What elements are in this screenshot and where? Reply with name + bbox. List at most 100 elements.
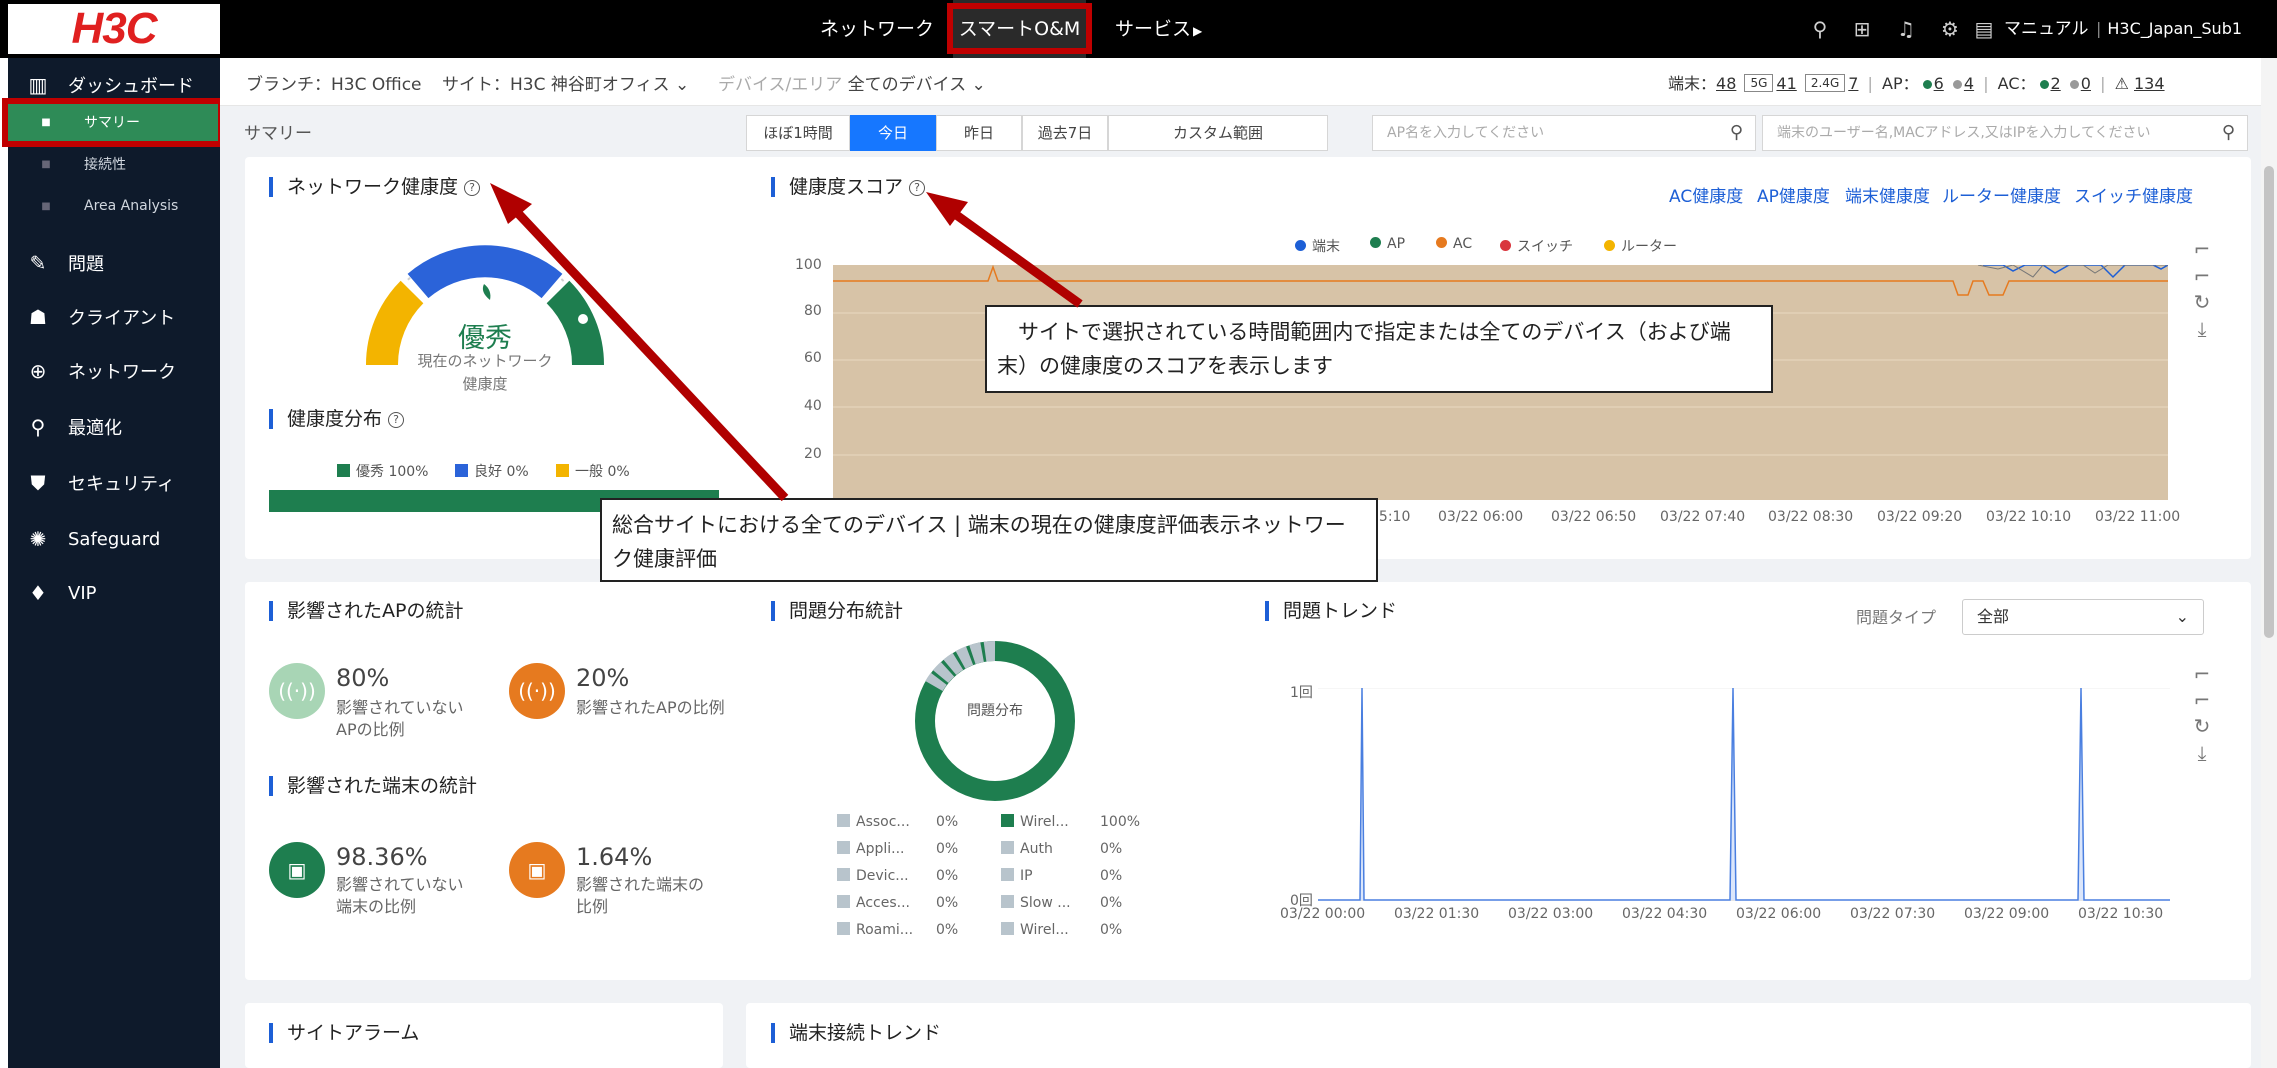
network-health-title: ネットワーク健康度? [269,177,481,197]
dist-item: IP 0% [1001,868,1122,884]
dist-item: Roami... 0% [837,922,958,938]
zoom-reset-icon[interactable]: ⌐ [2190,688,2214,712]
refresh-icon[interactable]: ↻ [2190,714,2214,738]
dist-item-pct: 0% [1100,922,1123,938]
ap-search-placeholder: AP名を入力してください [1387,125,1545,141]
gear-icon[interactable]: ⚙ [1938,17,1962,41]
client-icon: ☗ [29,305,47,329]
x-tick: 03/22 06:50 [1551,509,1637,525]
add-window-icon[interactable]: ⊞ [1850,17,1874,41]
time-custom-range-button[interactable]: カスタム範囲 [1108,115,1328,151]
highlight-box-nav [947,3,1092,54]
dist-item-name: Assoc... [856,814,910,830]
ap-offline-count[interactable]: 4 [1964,74,1974,93]
help-icon[interactable]: ? [388,412,405,428]
legend-label: 一般 0% [575,464,630,480]
time-last-hour-button[interactable]: ほぼ1時間 [746,115,850,151]
offline-dot [2069,80,2079,89]
sidebar-item-vip[interactable]: ♦ VIP [8,566,220,620]
legend-dot [1370,237,1381,248]
ap-wifi-icon: ((·)) [269,663,325,719]
ac-offline-count[interactable]: 0 [2081,74,2091,93]
branch-selector[interactable]: ブランチ：H3C Office [246,70,422,95]
sidebar-sub-label: 接続性 [84,157,126,173]
legend-swatch [337,464,350,477]
ap-online-count[interactable]: 6 [1934,74,1944,93]
site-selector[interactable]: サイト：H3C 神谷町オフィス ⌄ [442,70,689,95]
dist-item-pct: 0% [1100,868,1123,884]
search-icon[interactable]: ⚲ [2222,116,2235,150]
time-today-button[interactable]: 今日 [850,115,936,151]
terminals-5g-count[interactable]: 41 [1776,74,1796,93]
legend-ap: AP [1370,236,1405,252]
sidebar-item-label: VIP [68,582,97,604]
summary-title: サマリー [244,124,312,144]
sidebar-item-safeguard[interactable]: ✺ Safeguard [8,512,220,566]
problem-dist-title: 問題分布統計 [771,601,903,621]
bell-icon[interactable]: ♫ [1894,17,1918,41]
client-affected-pct: 1.64% [576,843,653,871]
link-ap-health[interactable]: AP健康度 [1757,182,1830,207]
download-icon[interactable]: ⤓ [2190,317,2214,341]
ap-search-input[interactable]: AP名を入力してください ⚲ [1372,115,1756,151]
link-switch-health[interactable]: スイッチ健康度 [2074,182,2193,207]
problem-type-select[interactable]: 全部 ⌄ [1962,599,2204,635]
search-icon[interactable]: ⚲ [1808,17,1832,41]
legend-swatch [837,868,850,881]
ap-affected-pct: 20% [576,664,630,692]
sidebar-item-security[interactable]: ⛊ セキュリティ [8,456,220,510]
legend-ac: AC [1436,236,1472,252]
link-ac-health[interactable]: AC健康度 [1669,182,1743,207]
refresh-icon[interactable]: ↻ [2190,290,2214,314]
sidebar-item-network[interactable]: ⊕ ネットワーク [8,344,220,398]
download-icon[interactable]: ⤓ [2190,741,2214,765]
search-icon[interactable]: ⚲ [1730,116,1743,150]
device-area-label: デバイス/エリア [718,75,843,95]
manual-icon[interactable]: ▤ [1972,17,1996,41]
scrollbar-thumb[interactable] [2264,166,2274,638]
link-router-health[interactable]: ルーター健康度 [1942,182,2061,207]
user-account-menu[interactable]: | H3C_Japan_Sub1 [2096,0,2242,58]
client-trend-card [746,1003,2251,1068]
help-icon[interactable]: ? [464,180,481,196]
y-tick: 40 [804,398,822,414]
sidebar-sub-area-analysis[interactable]: ■ Area Analysis [8,186,220,226]
summary-toolbar: サマリー ほぼ1時間 今日 昨日 過去7日 カスタム範囲 AP名を入力してくださ… [220,107,2261,155]
manual-link[interactable]: マニュアル [2004,0,2089,58]
link-client-health[interactable]: 端末健康度 [1845,182,1930,207]
nav-service[interactable]: サービス ▶ [1115,0,1202,58]
y-tick: 100 [795,257,822,273]
time-last7days-button[interactable]: 過去7日 [1022,115,1108,151]
terminals-count[interactable]: 48 [1716,74,1736,93]
problem-icon: ✎ [29,251,47,275]
ac-online-count[interactable]: 2 [2051,74,2061,93]
sidebar-sub-connectivity[interactable]: ■ 接続性 [8,144,220,184]
sidebar-item-label: ネットワーク [68,362,176,383]
gauge-sub-1: 現在のネットワーク [417,352,553,370]
client-search-input[interactable]: 端末のユーザー名,MACアドレス,又はIPを入力してください ⚲ [1762,115,2248,151]
sidebar-item-client[interactable]: ☗ クライアント [8,290,220,344]
time-yesterday-button[interactable]: 昨日 [936,115,1022,151]
ap-unaffected-desc: 影響されていないAPの比例 [336,698,464,739]
sidebar-item-optimize[interactable]: ⚲ 最適化 [8,400,220,454]
help-icon[interactable]: ? [909,180,926,196]
safeguard-icon: ✺ [29,527,47,551]
filter-bar: ブランチ：H3C Office サイト：H3C 神谷町オフィス ⌄ デバイス/エ… [220,58,2261,106]
sidebar-item-problem[interactable]: ✎ 問題 [8,236,220,290]
dashboard-icon: ▥ [28,73,48,97]
terminals-label: 端末： [1668,74,1717,93]
terminals-24g-count[interactable]: 7 [1848,74,1858,93]
x-tick: 03/22 00:00 [1280,906,1366,922]
x-tick: 03/22 07:40 [1660,509,1746,525]
legend-label: スイッチ [1517,239,1573,255]
legend-label: AC [1453,236,1473,252]
dist-item-pct: 0% [1100,841,1123,857]
zoom-reset-icon[interactable]: ⌐ [2190,264,2214,288]
nav-network[interactable]: ネットワーク [820,0,934,58]
sidebar-sub-label: Area Analysis [84,198,179,214]
device-selector[interactable]: デバイス/エリア 全てのデバイス ⌄ [718,70,986,95]
zoom-icon[interactable]: ⌐ [2190,237,2214,261]
x-tick: 03/22 11:00 [2095,509,2181,525]
alarm-count[interactable]: 134 [2134,74,2165,93]
zoom-icon[interactable]: ⌐ [2190,662,2214,686]
